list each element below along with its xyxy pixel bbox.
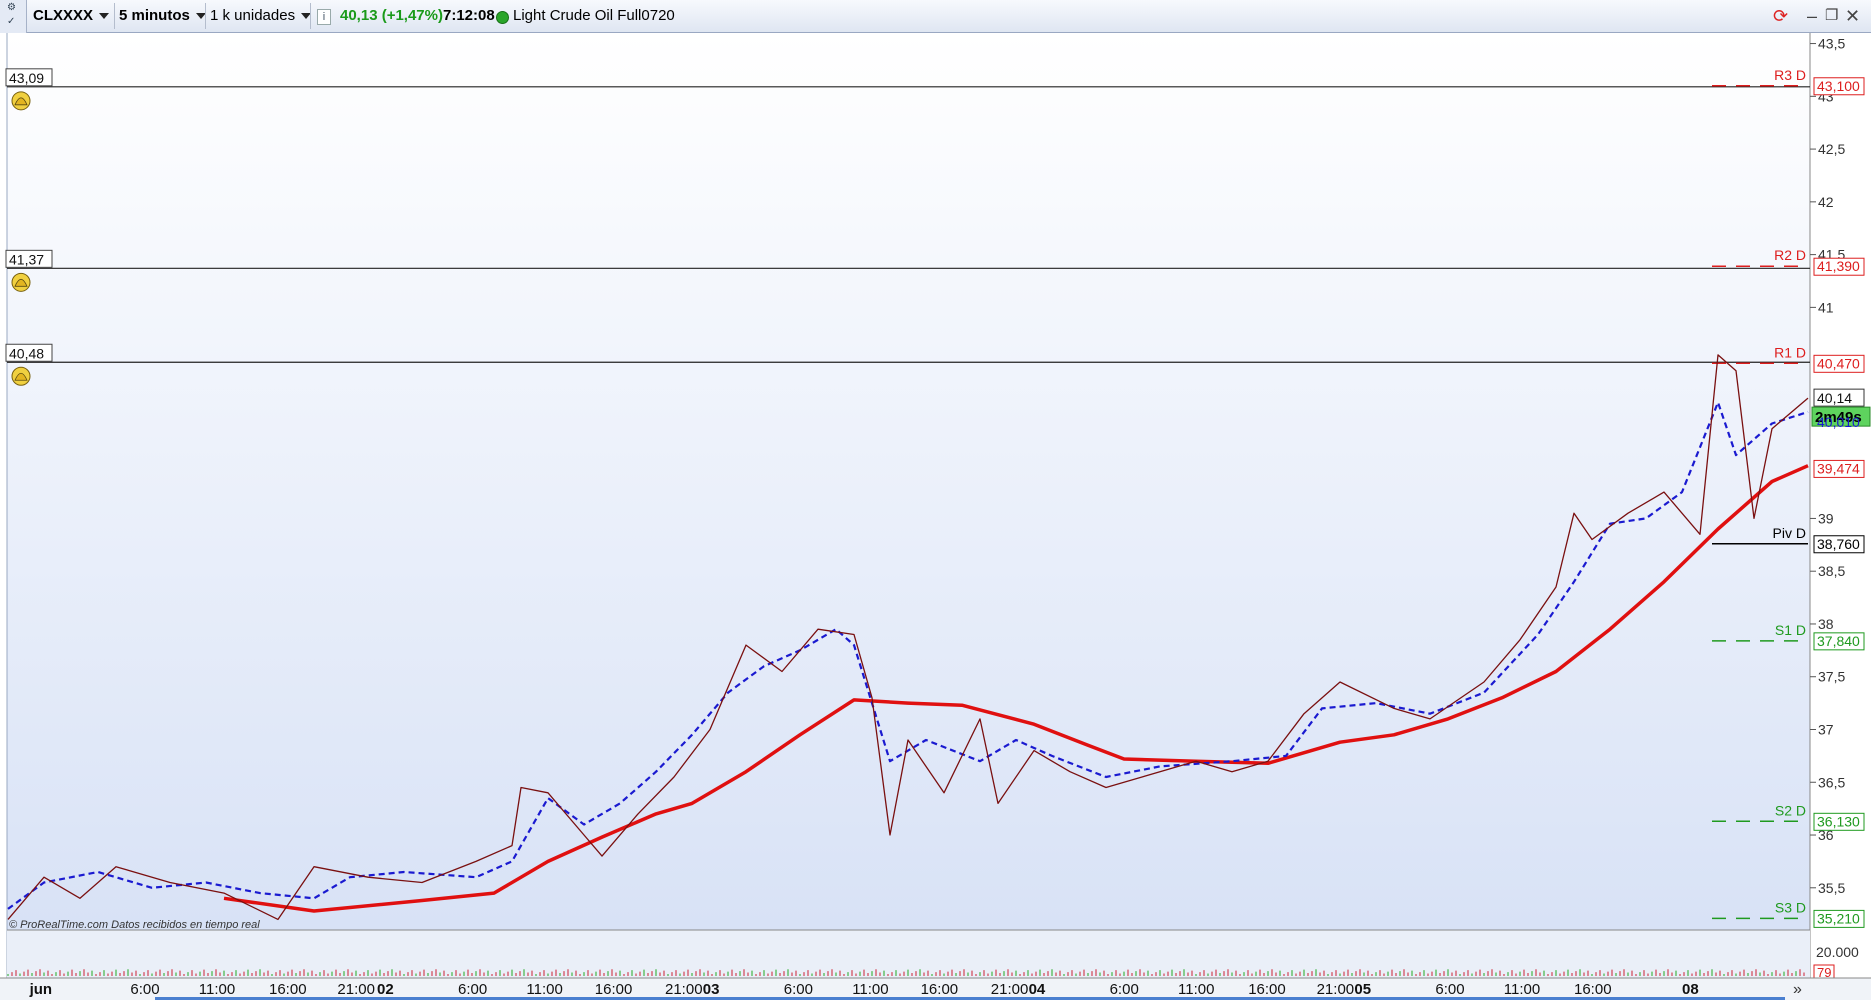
pivot-name: R1 D bbox=[1774, 344, 1806, 360]
time-label: 11:00 bbox=[1178, 981, 1214, 998]
pivot-value-label: 36,130 bbox=[1817, 813, 1860, 829]
watermark: © ProRealTime.com Datos recibidos en tie… bbox=[9, 919, 260, 931]
units-label: 1 k unidades bbox=[210, 7, 296, 24]
info-icon[interactable]: i bbox=[317, 9, 331, 25]
chevron-down-icon bbox=[99, 13, 110, 20]
time-label: 11:00 bbox=[1504, 981, 1540, 998]
chart-toolbar: ⚙ ✓ CLXXXX 5 minutos 1 k unidades i 40,1… bbox=[0, 0, 1871, 33]
time-label: 6:00 bbox=[1435, 981, 1464, 998]
interval-label: 5 minutos bbox=[119, 7, 190, 24]
scroll-right-icon[interactable]: » bbox=[1793, 981, 1802, 998]
units-selector[interactable]: 1 k unidades bbox=[210, 6, 312, 26]
price-tick-label: 43,5 bbox=[1818, 36, 1845, 52]
pivot-name: S2 D bbox=[1775, 802, 1806, 818]
interval-selector[interactable]: 5 minutos bbox=[119, 6, 206, 26]
status-dot-icon bbox=[496, 11, 509, 24]
time-label: 21:00 bbox=[665, 981, 703, 998]
close-icon[interactable]: ✕ bbox=[1845, 6, 1860, 26]
time-label: 6:00 bbox=[1110, 981, 1139, 998]
current-price-label: 40,14 bbox=[1817, 390, 1852, 406]
time-labels: jun 6:00 11:00 16:00 21:00 02 6:00 11:00 16:00 21… bbox=[29, 981, 1699, 998]
time-label: 16:00 bbox=[595, 981, 633, 998]
ma200-value-label: 39,474 bbox=[1817, 460, 1860, 476]
volume-scale-label: 20.000 bbox=[1816, 944, 1859, 960]
pivot-name: Piv D bbox=[1773, 525, 1806, 541]
check-icon[interactable]: ✓ bbox=[7, 16, 15, 27]
settings-icon[interactable]: ⚙ bbox=[7, 2, 16, 13]
refresh-icon[interactable]: ⟳ bbox=[1773, 6, 1788, 26]
price-tick-label: 36,5 bbox=[1818, 774, 1845, 790]
price-tick-label: 42,5 bbox=[1818, 141, 1845, 157]
time-label: 6:00 bbox=[784, 981, 813, 998]
ma-value-label: 40,010 bbox=[1817, 414, 1860, 430]
price-tick-label: 37 bbox=[1818, 721, 1834, 737]
time-label: 21:00 bbox=[1317, 981, 1355, 998]
symbol-selector[interactable]: CLXXXX bbox=[33, 6, 110, 26]
price-tick-label: 35,5 bbox=[1818, 880, 1845, 896]
time-label: 04 bbox=[1029, 981, 1046, 998]
last-time: 7:12:08 bbox=[443, 7, 495, 24]
pivot-name: S3 D bbox=[1775, 899, 1806, 915]
price-tick-label: 37,5 bbox=[1818, 669, 1845, 685]
time-label: 21:00 bbox=[337, 981, 375, 998]
separator bbox=[205, 3, 206, 29]
pivot-name: R2 D bbox=[1774, 247, 1806, 263]
separator bbox=[114, 3, 115, 29]
pivot-value-label: 43,100 bbox=[1817, 78, 1860, 94]
time-label: 11:00 bbox=[199, 981, 235, 998]
price-change: 40,13 (+1,47%) bbox=[340, 7, 443, 24]
minimize-icon[interactable]: – bbox=[1807, 6, 1817, 26]
price-tick-label: 42 bbox=[1818, 194, 1834, 210]
restore-icon[interactable]: ❐ bbox=[1825, 6, 1838, 26]
price-tick-label: 39 bbox=[1818, 510, 1834, 526]
plot-area[interactable] bbox=[7, 33, 1810, 930]
pivot-value-label: 41,390 bbox=[1817, 258, 1860, 274]
time-label: 02 bbox=[377, 981, 394, 998]
time-label: jun bbox=[29, 981, 52, 998]
symbol-label: CLXXXX bbox=[33, 7, 94, 24]
time-label: 21:00 bbox=[991, 981, 1029, 998]
pivot-value-label: 40,470 bbox=[1817, 355, 1860, 371]
price-axis bbox=[1810, 33, 1871, 930]
pivot-value-label: 35,210 bbox=[1817, 910, 1860, 926]
time-label: 16:00 bbox=[1574, 981, 1612, 998]
time-label: 11:00 bbox=[526, 981, 562, 998]
alert-value-label: 43,09 bbox=[9, 70, 44, 86]
time-label: 6:00 bbox=[458, 981, 487, 998]
alert-value-label: 40,48 bbox=[9, 345, 44, 361]
time-label: 16:00 bbox=[921, 981, 959, 998]
time-label: 11:00 bbox=[852, 981, 888, 998]
price-tick-label: 41 bbox=[1818, 299, 1834, 315]
instrument-name: Light Crude Oil Full0720 bbox=[513, 7, 675, 24]
separator bbox=[310, 3, 311, 29]
time-label: 08 bbox=[1682, 981, 1699, 998]
alert-value-label: 41,37 bbox=[9, 251, 44, 267]
time-label: 16:00 bbox=[269, 981, 307, 998]
price-tick-label: 38,5 bbox=[1818, 563, 1845, 579]
time-label: 05 bbox=[1354, 981, 1371, 998]
time-label: 16:00 bbox=[1248, 981, 1286, 998]
pivot-name: S1 D bbox=[1775, 622, 1806, 638]
pivot-value-label: 37,840 bbox=[1817, 633, 1860, 649]
time-label: 6:00 bbox=[130, 981, 159, 998]
price-chart[interactable]: 43,54342,54241,5413938,53837,53736,53635… bbox=[0, 33, 1871, 1000]
pivot-value-label: 38,760 bbox=[1817, 536, 1860, 552]
time-label: 03 bbox=[703, 981, 720, 998]
pivot-name: R3 D bbox=[1774, 67, 1806, 83]
toolbar-left-strip[interactable]: ⚙ ✓ bbox=[0, 0, 27, 33]
price-tick-label: 38 bbox=[1818, 616, 1834, 632]
